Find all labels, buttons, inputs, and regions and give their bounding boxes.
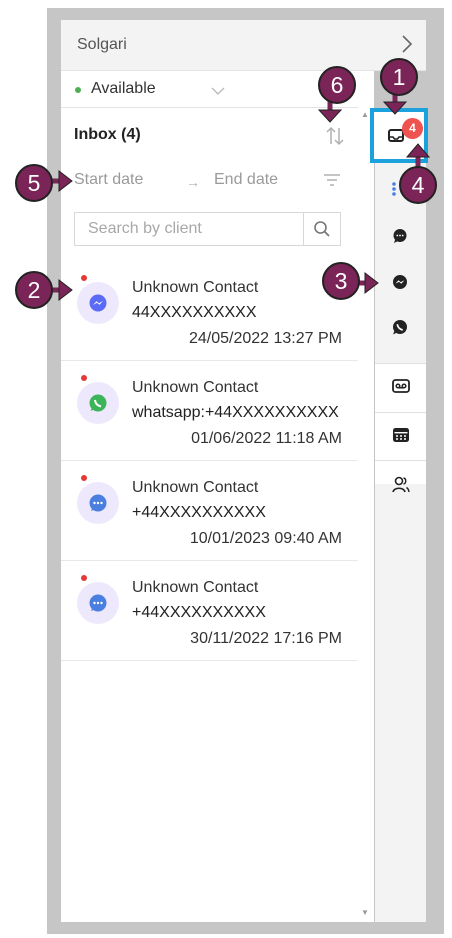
- more-dots-icon[interactable]: [391, 181, 397, 202]
- unread-dot: [81, 275, 87, 281]
- date-range-arrow-icon: →: [186, 174, 200, 190]
- chat-icon: [89, 494, 107, 512]
- conversation-item[interactable]: Unknown Contact whatsapp:+44XXXXXXXXXX 0…: [61, 362, 358, 461]
- whatsapp-icon: [393, 320, 407, 335]
- contact-phone: +44XXXXXXXXXX: [132, 504, 266, 521]
- contact-name: Unknown Contact: [132, 379, 259, 396]
- chevron-down-icon[interactable]: [211, 83, 225, 101]
- contact-phone: +44XXXXXXXXXX: [132, 604, 266, 621]
- calendar-icon: [393, 428, 409, 442]
- callout-1: 1: [380, 58, 418, 96]
- inbox-unread-badge: 4: [402, 118, 423, 139]
- contact-avatar: [77, 282, 119, 324]
- unread-dot: [81, 575, 87, 581]
- rail-item-whatsapp[interactable]: [375, 305, 426, 349]
- search-button[interactable]: [303, 213, 340, 245]
- search-icon: [314, 221, 330, 237]
- rail-item-chat[interactable]: [375, 214, 426, 258]
- voicemail-icon: [392, 379, 410, 393]
- app-title: Solgari: [77, 36, 127, 53]
- messenger-icon: [89, 294, 107, 312]
- conversation-item[interactable]: Unknown Contact +44XXXXXXXXXX 30/11/2022…: [61, 562, 358, 661]
- unread-dot: [81, 475, 87, 481]
- inbox-title: Inbox (4): [74, 126, 141, 143]
- contact-name: Unknown Contact: [132, 279, 259, 296]
- date-filter-row: Start date → End date: [74, 170, 344, 192]
- rail-item-voicemail[interactable]: [375, 364, 426, 408]
- filter-icon[interactable]: [322, 172, 342, 193]
- contact-avatar: [77, 582, 119, 624]
- panel-header: Solgari: [61, 20, 426, 71]
- conversation-time: 24/05/2022 13:27 PM: [188, 330, 342, 347]
- contact-name: Unknown Contact: [132, 479, 259, 496]
- unread-dot: [81, 375, 87, 381]
- contacts-icon: [392, 476, 410, 493]
- rail-item-calendar[interactable]: [375, 413, 426, 457]
- available-status-dot: [75, 87, 81, 93]
- conversation-item[interactable]: Unknown Contact +44XXXXXXXXXX 10/01/2023…: [61, 462, 358, 561]
- availability-label: Available: [91, 80, 156, 97]
- contact-phone: 44XXXXXXXXXX: [132, 304, 257, 321]
- contact-avatar: [77, 382, 119, 424]
- sort-icon[interactable]: [323, 124, 347, 153]
- search-input[interactable]: [75, 213, 318, 245]
- contact-name: Unknown Contact: [132, 579, 259, 596]
- scroll-down-arrow[interactable]: ▼: [361, 908, 369, 917]
- callout-3: 3: [322, 262, 360, 300]
- callout-6: 6: [318, 66, 356, 104]
- conversation-time: 10/01/2023 09:40 AM: [189, 530, 342, 547]
- conversation-item[interactable]: Unknown Contact 44XXXXXXXXXX 24/05/2022 …: [61, 262, 358, 361]
- rail-item-messenger[interactable]: [375, 260, 426, 304]
- chat-icon: [89, 594, 107, 612]
- callout-2: 2: [15, 271, 53, 309]
- end-date-field[interactable]: End date: [214, 171, 278, 189]
- scroll-up-arrow[interactable]: ▲: [361, 110, 369, 119]
- messenger-icon: [393, 275, 407, 289]
- start-date-field[interactable]: Start date: [74, 171, 143, 189]
- contact-avatar: [77, 482, 119, 524]
- callout-4: 4: [399, 166, 437, 204]
- callout-5: 5: [15, 164, 53, 202]
- conversation-time: 01/06/2022 11:18 AM: [191, 430, 342, 447]
- whatsapp-icon: [89, 394, 107, 412]
- rail-divider: [375, 460, 426, 461]
- search-box: [74, 212, 341, 246]
- availability-selector[interactable]: Available: [61, 71, 358, 108]
- rail-item-contacts[interactable]: [375, 462, 426, 506]
- conversation-time: 30/11/2022 17:16 PM: [190, 630, 342, 647]
- contact-phone: whatsapp:+44XXXXXXXXXX: [132, 404, 339, 421]
- chat-icon: [393, 229, 407, 243]
- collapse-chevron-icon[interactable]: [400, 34, 414, 59]
